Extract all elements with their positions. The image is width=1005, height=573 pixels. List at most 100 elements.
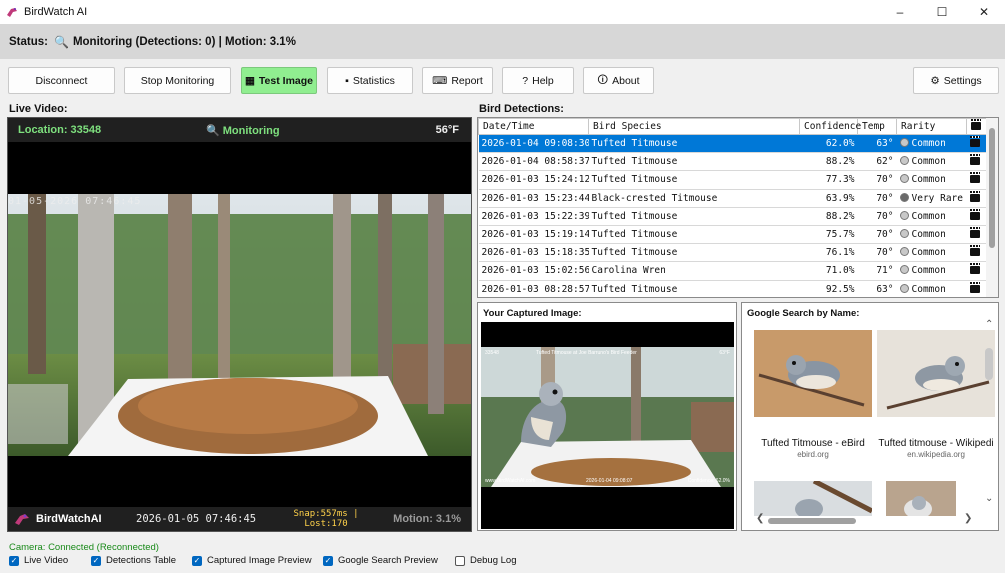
- checkbox-icon[interactable]: ✓: [323, 555, 333, 566]
- cell-datetime: 2026-01-03 15:24:12: [478, 170, 589, 190]
- table-row[interactable]: 2026-01-03 15:02:56 Carolina Wren 71.0% 71°…: [478, 261, 989, 281]
- table-row[interactable]: 2026-01-03 15:24:12 Tufted Titmouse 77.3% 7…: [478, 170, 989, 190]
- overlay-confidence: Confidence: 62.0%: [687, 478, 730, 484]
- checkbox-icon[interactable]: [455, 555, 465, 566]
- captured-image-label: Your Captured Image:: [483, 308, 582, 319]
- bird-logo-icon: [15, 514, 29, 525]
- detections-table-checkbox[interactable]: ✓ Detections Table: [91, 555, 176, 566]
- lost-count: Lost:170: [304, 519, 348, 529]
- scroll-right-icon[interactable]: ❯: [964, 513, 972, 524]
- cell-confidence: 88.2%: [799, 207, 858, 226]
- brand: BirdWatchAI: [14, 512, 102, 526]
- status-prefix: Status:: [9, 35, 48, 48]
- clapperboard-icon[interactable]: [969, 281, 980, 293]
- rarity-dot-icon: [899, 156, 909, 166]
- snap-stats: Snap:557ms | Lost:170: [286, 509, 366, 529]
- table-row[interactable]: 2026-01-04 09:08:30 Tufted Titmouse 62.0% 6…: [478, 134, 989, 154]
- live-video-frame: [8, 194, 471, 456]
- table-row[interactable]: 2026-01-03 15:18:35 Tufted Titmouse 76.1% 7…: [478, 243, 989, 263]
- gear-icon: ⚙: [930, 74, 940, 87]
- maximize-button[interactable]: ☐: [921, 0, 963, 24]
- view-options: ✓ Live Video ✓ Detections Table ✓ Captured …: [9, 555, 1005, 571]
- video-footer: BirdWatchAI 2026-01-05 07:46:45 Snap:557…: [8, 507, 471, 531]
- table-row[interactable]: 2026-01-03 15:22:39 Tufted Titmouse 88.2% 7…: [478, 207, 989, 226]
- clapperboard-icon[interactable]: [969, 172, 980, 184]
- test-image-button[interactable]: ▦ Test Image: [241, 67, 317, 94]
- checkbox-icon[interactable]: ✓: [192, 555, 202, 566]
- overlay-site: www.BirdWatchAI.com: [485, 478, 536, 484]
- rarity-label: Common: [911, 283, 946, 295]
- search-result-image[interactable]: [754, 481, 872, 516]
- rarity-dot-icon: [899, 210, 909, 220]
- cell-rarity: Common: [896, 207, 967, 226]
- live-video-panel: Location: 33548 🔍 Monitoring 56°F 01-05-…: [7, 117, 472, 532]
- help-button[interactable]: ? Help: [502, 67, 574, 94]
- about-label: About: [612, 74, 640, 87]
- search-result-caption[interactable]: Tufted Titmouse - eBird: [748, 438, 878, 449]
- clapperboard-icon[interactable]: [969, 227, 980, 239]
- search-result-image[interactable]: [877, 330, 995, 417]
- scrollbar-thumb[interactable]: [768, 518, 856, 524]
- detections-table: Date/Time Bird Species Confidence Temp R…: [477, 117, 999, 298]
- video-scene-image: [8, 194, 471, 456]
- rarity-dot-icon: [899, 229, 909, 239]
- close-button[interactable]: ✕: [963, 0, 1005, 24]
- clapperboard-icon[interactable]: [969, 263, 980, 275]
- scroll-left-icon[interactable]: ❮: [756, 513, 764, 524]
- col-rarity[interactable]: Rarity: [896, 118, 967, 135]
- rarity-label: Common: [911, 210, 946, 222]
- minimize-button[interactable]: –: [879, 0, 921, 24]
- table-row[interactable]: 2026-01-03 08:28:57 Tufted Titmouse 92.5% 6…: [478, 280, 989, 297]
- grid-icon: ▦: [245, 74, 255, 87]
- help-label: Help: [532, 74, 554, 87]
- table-scrollbar[interactable]: [986, 118, 998, 297]
- captured-image-preview-checkbox[interactable]: ✓ Captured Image Preview: [192, 555, 312, 566]
- live-video-checkbox[interactable]: ✓ Live Video: [9, 555, 68, 566]
- statistics-button[interactable]: ▪ Statistics: [327, 67, 413, 94]
- clapperboard-icon[interactable]: [969, 190, 980, 202]
- clapperboard-icon[interactable]: [969, 245, 980, 257]
- report-button[interactable]: ⌨ Report: [422, 67, 493, 94]
- cell-confidence: 76.1%: [799, 243, 858, 263]
- clapperboard-icon[interactable]: [969, 154, 980, 166]
- cell-temp: 71°: [857, 261, 897, 281]
- cell-rarity: Common: [896, 152, 967, 172]
- google-search-preview-checkbox[interactable]: ✓ Google Search Preview: [323, 555, 438, 566]
- location-text: Location: 33548: [18, 124, 102, 136]
- scrollbar-thumb[interactable]: [985, 348, 993, 380]
- status-bar: Status: 🔍 Monitoring (Detections: 0) | M…: [0, 24, 1005, 59]
- debug-log-checkbox[interactable]: Debug Log: [455, 555, 516, 566]
- col-confidence[interactable]: Confidence: [799, 118, 861, 135]
- search-result-caption[interactable]: Tufted titmouse - Wikipedi: [871, 438, 998, 449]
- clapperboard-icon[interactable]: [969, 136, 980, 148]
- search-result-image[interactable]: [886, 481, 956, 516]
- col-species[interactable]: Bird Species: [588, 118, 800, 135]
- checkbox-icon[interactable]: ✓: [91, 555, 101, 566]
- settings-button[interactable]: ⚙ Settings: [913, 67, 999, 94]
- col-datetime[interactable]: Date/Time: [478, 118, 589, 135]
- stop-monitoring-button[interactable]: Stop Monitoring: [124, 67, 231, 94]
- chart-icon: ▪: [345, 74, 349, 87]
- horizontal-scrollbar[interactable]: ❮ ❯: [754, 513, 974, 526]
- cell-species: Tufted Titmouse: [588, 225, 800, 245]
- scroll-up-icon[interactable]: ⌃: [985, 319, 993, 330]
- disconnect-button[interactable]: Disconnect: [8, 67, 115, 94]
- about-button[interactable]: 🛈 About: [583, 67, 654, 94]
- scrollbar-thumb[interactable]: [989, 128, 995, 248]
- table-row[interactable]: 2026-01-03 15:23:44 Black-crested Titmous…: [478, 189, 989, 208]
- table-row[interactable]: 2026-01-04 08:58:37 Tufted Titmouse 88.2% 6…: [478, 152, 989, 172]
- statistics-label: Statistics: [352, 74, 395, 87]
- scroll-down-icon[interactable]: ⌄: [985, 493, 993, 504]
- cell-rarity: Common: [896, 134, 967, 154]
- clapperboard-icon[interactable]: [969, 208, 980, 220]
- cell-rarity: Common: [896, 280, 967, 297]
- table-row[interactable]: 2026-01-03 15:19:14 Tufted Titmouse 75.7% 7…: [478, 225, 989, 245]
- checkbox-icon[interactable]: ✓: [9, 555, 19, 566]
- bird-detections-label: Bird Detections:: [479, 103, 564, 115]
- stop-monitoring-label: Stop Monitoring: [140, 74, 215, 87]
- cell-rarity: Common: [896, 261, 967, 281]
- cell-species: Black-crested Titmouse: [588, 189, 800, 208]
- captured-image[interactable]: 33548 Tufted Titmouse at Joe Barruno's B…: [481, 322, 734, 529]
- search-result-image[interactable]: [754, 330, 872, 417]
- col-temp[interactable]: Temp: [857, 118, 897, 135]
